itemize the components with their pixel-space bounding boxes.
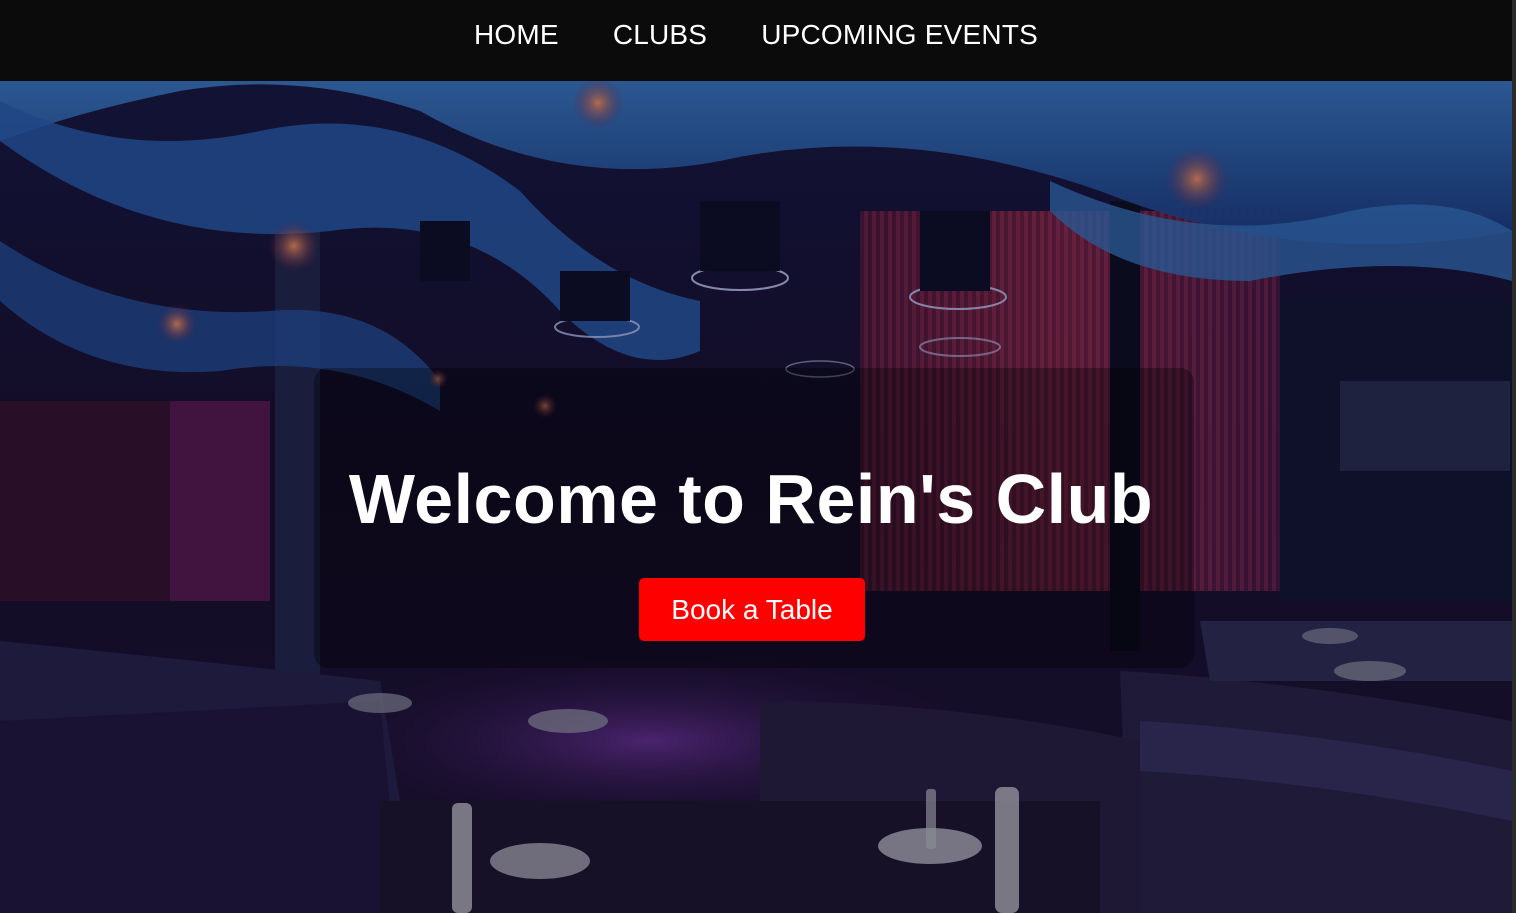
hero-section: Welcome to Rein's Club Book a Table [0, 81, 1512, 913]
nav-clubs-link[interactable]: CLUBS [586, 19, 734, 51]
window-edge [1512, 0, 1516, 913]
nav-upcoming-events-link[interactable]: UPCOMING EVENTS [734, 19, 1065, 51]
hero-title: Welcome to Rein's Club [348, 460, 1154, 538]
book-a-table-button[interactable]: Book a Table [639, 578, 865, 641]
top-navbar: HOME CLUBS UPCOMING EVENTS [0, 0, 1512, 81]
nav-home-link[interactable]: HOME [447, 19, 586, 51]
